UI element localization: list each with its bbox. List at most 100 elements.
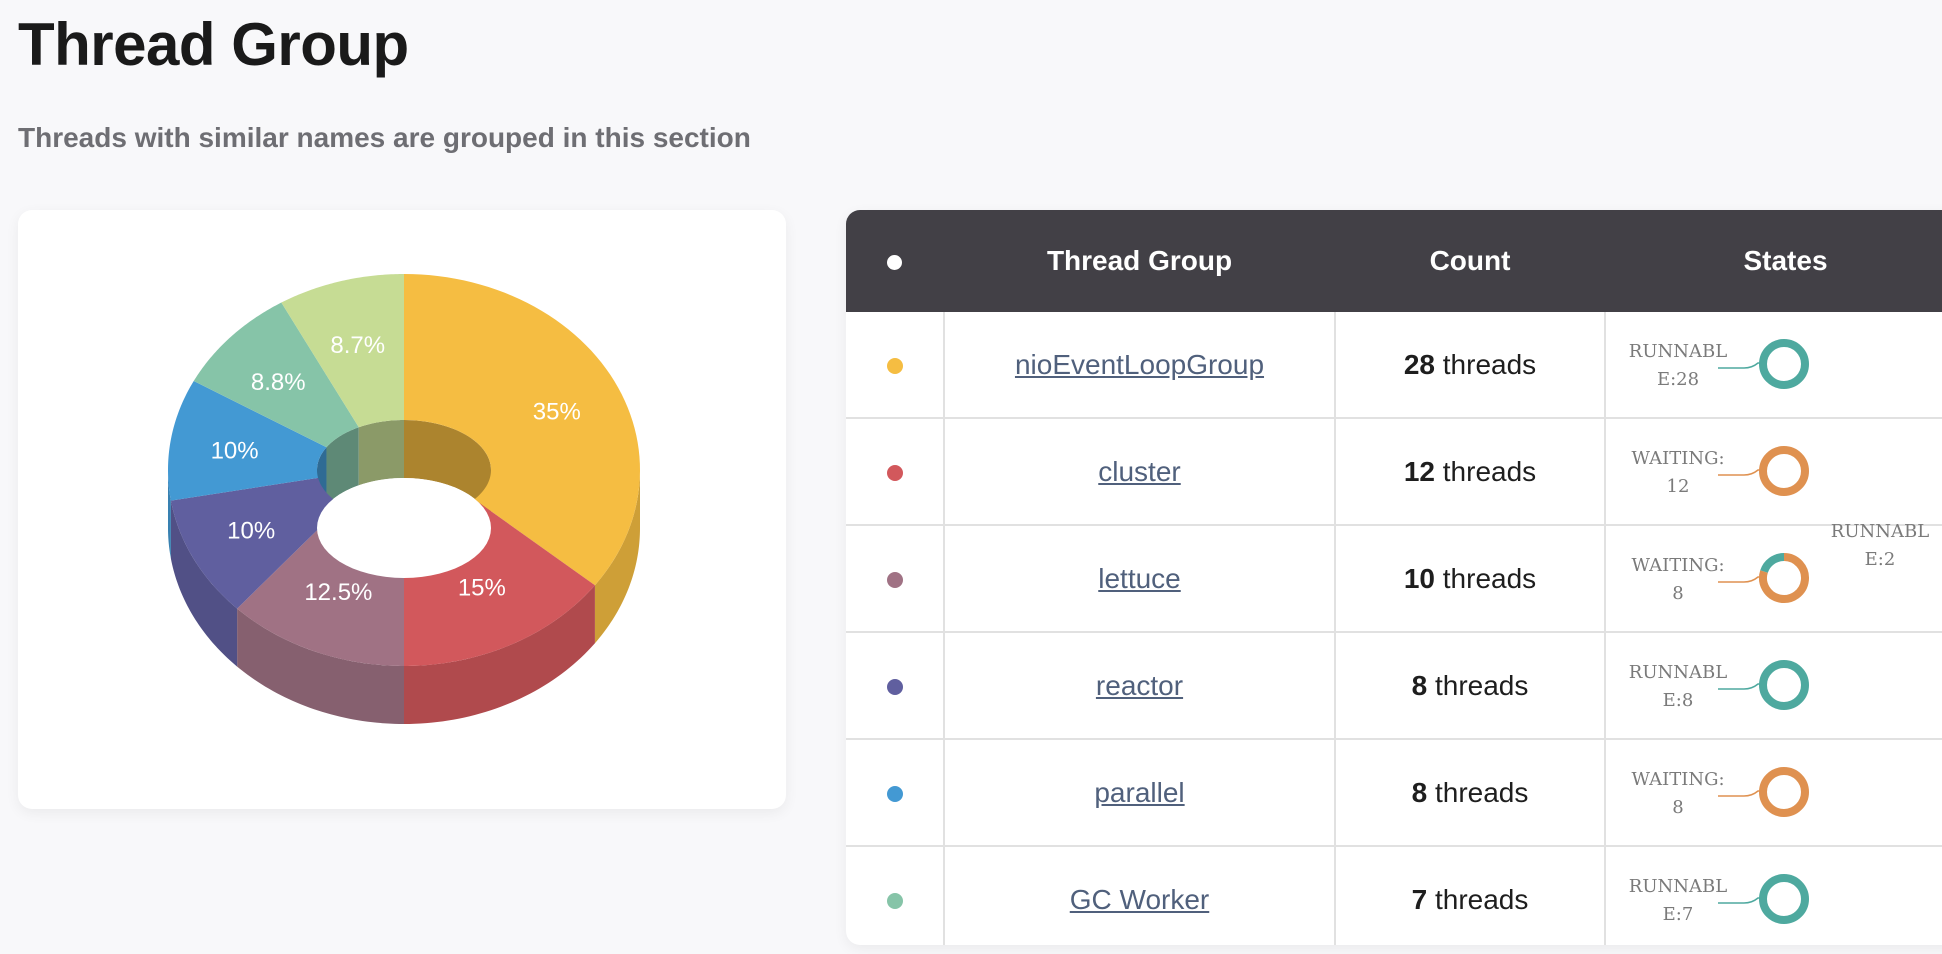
state-label: WAITING:12	[1631, 448, 1725, 497]
thread-count-suffix: threads	[1442, 348, 1537, 380]
group-color-dot-icon	[886, 785, 903, 802]
state-donut-chart	[1718, 339, 1809, 389]
row-color-cell	[846, 525, 945, 633]
state-label: RUNNABLE:7	[1628, 876, 1728, 925]
row-color-cell	[846, 418, 945, 526]
table-row: lettuce 10 threads WAITING:8 RUNNABLE:2	[846, 521, 1942, 633]
pie-chart-card: 35% 15% 12.5% 10% 10% 8.8% 8.7%	[18, 210, 786, 809]
states-cell: RUNNABLE:8	[1605, 632, 1942, 740]
row-color-cell	[846, 312, 945, 419]
thread-group-pie-chart: 35% 15% 12.5% 10% 10% 8.8% 8.7%	[168, 274, 640, 724]
state-donut-chart	[1718, 446, 1809, 496]
state-leader-line	[1718, 683, 1764, 690]
group-color-dot-icon	[886, 678, 903, 695]
thread-count-suffix: threads	[1434, 776, 1529, 808]
state-label: RUNNABLE:8	[1628, 662, 1728, 711]
thread-count-cell: 7 threads	[1335, 846, 1606, 945]
state-donut-segment	[1759, 339, 1809, 389]
state-label: RUNNABLE:28	[1628, 341, 1728, 390]
state-leader-line	[1718, 469, 1764, 476]
table-row: nioEventLoopGroup 28 threads RUNNABLE:28	[846, 312, 1942, 419]
pie-hole	[317, 478, 491, 578]
state-donut-segment	[1759, 446, 1809, 496]
group-name-cell: parallel	[944, 739, 1336, 847]
states-cell: RUNNABLE:28	[1605, 312, 1942, 419]
state-label: WAITING:8	[1631, 769, 1725, 818]
header-dot-icon	[887, 255, 903, 270]
group-color-dot-icon	[886, 464, 903, 481]
table-row: reactor 8 threads RUNNABLE:8	[846, 632, 1942, 740]
state-label: WAITING:8	[1631, 555, 1725, 604]
thread-count-cell: 10 threads	[1335, 525, 1606, 633]
count-column-header[interactable]: Count	[1335, 210, 1606, 312]
group-color-dot-icon	[886, 357, 903, 374]
states-cell: WAITING:8	[1605, 739, 1942, 847]
pie-slice-label: 35%	[533, 399, 581, 426]
thread-group-table: Thread Group Count States nioEventLoopGr…	[846, 210, 1942, 945]
thread-count-value: 28	[1403, 348, 1435, 380]
page-title: Thread Group	[18, 11, 409, 78]
thread-count-suffix: threads	[1434, 883, 1529, 915]
state-label: RUNNABLE:2	[1830, 521, 1930, 570]
row-color-cell	[846, 846, 945, 945]
states-cell: WAITING:8 RUNNABLE:2	[1605, 521, 1942, 633]
pie-slice-label: 8.8%	[251, 369, 306, 396]
pie-slice-label: 8.7%	[330, 332, 385, 359]
pie-slice-label: 10%	[211, 438, 259, 465]
state-leader-line	[1718, 576, 1764, 583]
table-row: cluster 12 threads WAITING:12	[846, 418, 1942, 526]
thread-count-cell: 28 threads	[1335, 312, 1606, 419]
thread-count-suffix: threads	[1442, 455, 1537, 487]
state-donut-chart	[1718, 553, 1809, 603]
group-name-link[interactable]: lettuce	[1098, 563, 1181, 594]
state-leader-line	[1718, 790, 1764, 797]
thread-count-value: 12	[1403, 455, 1435, 487]
group-name-cell: lettuce	[944, 525, 1336, 633]
group-name-cell: cluster	[944, 418, 1336, 526]
state-leader-line	[1718, 897, 1764, 904]
group-name-cell: GC Worker	[944, 846, 1336, 945]
state-donut-chart	[1718, 874, 1809, 924]
page-subtitle: Threads with similar names are grouped i…	[18, 122, 751, 153]
table-row: parallel 8 threads WAITING:8	[846, 739, 1942, 847]
group-name-link[interactable]: nioEventLoopGroup	[1015, 349, 1264, 380]
thread-count-value: 8	[1411, 669, 1428, 701]
thread-count-suffix: threads	[1442, 562, 1537, 594]
state-donut-chart	[1718, 767, 1809, 817]
pie-slice-label: 12.5%	[304, 579, 372, 606]
table-row: GC Worker 7 threads RUNNABLE:7	[846, 846, 1942, 945]
group-name-link[interactable]: reactor	[1096, 670, 1183, 701]
thread-group-table-card: Thread Group Count States nioEventLoopGr…	[846, 210, 1942, 945]
state-leader-line	[1718, 362, 1764, 369]
thread-count-cell: 12 threads	[1335, 418, 1606, 526]
state-donut-segment	[1760, 553, 1785, 574]
pie-slice-inner-wall	[358, 420, 404, 486]
thread-count-value: 10	[1403, 562, 1435, 594]
group-color-dot-icon	[886, 571, 903, 588]
states-column-header[interactable]: States	[1605, 210, 1942, 312]
table-header-row: Thread Group Count States	[846, 210, 1942, 312]
states-cell: RUNNABLE:7	[1605, 846, 1942, 945]
state-donut-segment	[1759, 874, 1809, 924]
pie-slice-label: 15%	[458, 575, 506, 602]
states-cell: WAITING:12	[1605, 418, 1942, 526]
state-donut-segment	[1759, 767, 1809, 817]
state-donut-segment	[1759, 660, 1809, 710]
thread-count-value: 8	[1411, 776, 1428, 808]
pie-slice-label: 10%	[227, 517, 275, 544]
group-color-dot-icon	[886, 892, 903, 909]
row-color-cell	[846, 739, 945, 847]
thread-count-cell: 8 threads	[1335, 739, 1606, 847]
group-name-link[interactable]: GC Worker	[1070, 884, 1210, 915]
thread-group-column-header[interactable]: Thread Group	[944, 210, 1336, 312]
group-name-cell: reactor	[944, 632, 1336, 740]
group-name-cell: nioEventLoopGroup	[944, 312, 1336, 419]
thread-count-suffix: threads	[1434, 669, 1529, 701]
group-name-link[interactable]: cluster	[1098, 456, 1180, 487]
thread-count-value: 7	[1411, 883, 1428, 915]
row-color-cell	[846, 632, 945, 740]
color-column-header	[846, 210, 945, 312]
thread-count-cell: 8 threads	[1335, 632, 1606, 740]
group-name-link[interactable]: parallel	[1094, 777, 1184, 808]
state-donut-chart	[1718, 660, 1809, 710]
